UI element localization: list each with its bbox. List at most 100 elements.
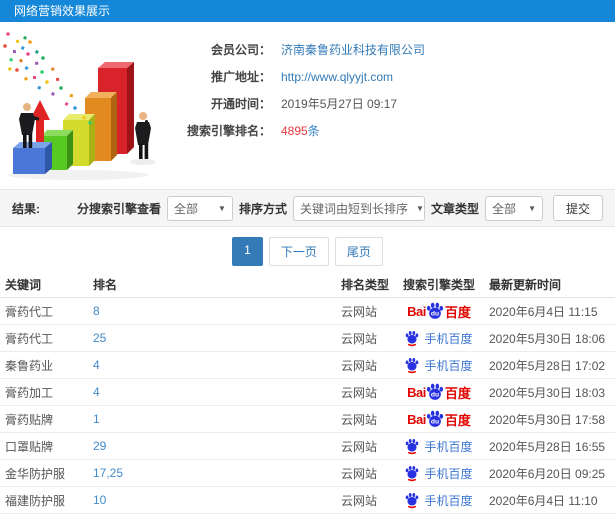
updated-cell: 2020年6月4日 11:10 xyxy=(489,493,598,508)
rank-type-cell: 云网站 xyxy=(341,304,378,319)
svg-text:du: du xyxy=(431,419,439,426)
baidu-logo-cn: 百度 xyxy=(444,385,471,401)
bar-chart-clipart xyxy=(0,28,175,183)
keyword-cell: 秦鲁药业 xyxy=(5,358,54,373)
table-header-row: 关键词 排名 排名类型 搜索引擎类型 最新更新时间 xyxy=(0,272,615,298)
baidu-mobile-logo[interactable]: 手机百度 xyxy=(405,357,473,374)
page-header: 网络营销效果展示 xyxy=(0,0,615,22)
rank-link[interactable]: 4 xyxy=(93,358,100,372)
info-field: 会员公司： 济南秦鲁药业科技有限公司 xyxy=(175,36,425,63)
rank-link[interactable]: 1 xyxy=(93,412,100,426)
keyword-cell: 膏药贴牌 xyxy=(5,412,54,427)
baidu-paw-icon: du xyxy=(426,410,443,427)
info-label: 推广地址： xyxy=(210,70,271,84)
info-field: 推广地址： http://www.qlyyjt.com xyxy=(175,63,425,90)
baidu-pc-logo[interactable]: Bai du 百度 xyxy=(407,302,471,321)
updated-cell: 2020年5月30日 17:58 xyxy=(489,412,606,427)
updated-cell: 2020年5月30日 18:03 xyxy=(489,385,606,400)
keyword-cell: 金华防护服 xyxy=(5,466,66,481)
engine-cell: Bai du 百度 xyxy=(394,383,484,402)
rank-cell: 4 xyxy=(88,385,336,399)
submit-button[interactable]: 提交 xyxy=(552,195,603,221)
rank-cell: 25 xyxy=(88,331,336,345)
rank-type-cell: 云网站 xyxy=(341,358,378,373)
column-header: 关键词 xyxy=(5,278,42,292)
engine-cell: Bai du 百度 xyxy=(394,410,484,429)
chevron-down-icon: ▼ xyxy=(415,203,424,213)
baidu-paw-icon xyxy=(406,330,419,346)
updated-cell: 2020年5月28日 17:02 xyxy=(489,358,606,373)
rank-cell: 17,25 xyxy=(88,466,336,480)
engine-cell: 手机百度 xyxy=(394,330,484,347)
info-value: 4895条 xyxy=(281,124,320,138)
chevron-down-icon: ▼ xyxy=(218,203,226,213)
info-field: 开通时间： 2019年5月27日 09:17 xyxy=(175,90,425,117)
rank-link[interactable]: 8 xyxy=(93,304,100,318)
info-value[interactable]: 济南秦鲁药业科技有限公司 xyxy=(281,41,425,58)
keyword-cell: 膏药代工 xyxy=(5,331,54,346)
column-header: 搜索引擎类型 xyxy=(402,278,475,292)
rank-type-cell: 云网站 xyxy=(341,466,378,481)
rank-type-cell: 云网站 xyxy=(341,385,378,400)
mobile-baidu-label: 手机百度 xyxy=(424,493,473,508)
mobile-baidu-label: 手机百度 xyxy=(424,466,473,481)
rank-link[interactable]: 29 xyxy=(93,439,106,453)
baidu-logo-text: Bai xyxy=(407,384,426,400)
baidu-pc-logo[interactable]: Bai du 百度 xyxy=(407,410,471,429)
column-header: 排名 xyxy=(93,278,118,292)
baidu-paw-icon xyxy=(406,492,419,508)
engine-filter-value: 全部 xyxy=(173,201,198,216)
baidu-logo-text: Bai xyxy=(407,411,426,427)
baidu-paw-icon xyxy=(406,438,419,454)
rank-link[interactable]: 10 xyxy=(93,493,106,507)
sort-select[interactable]: 关键词由短到长排序 ▼ xyxy=(292,195,425,221)
baidu-mobile-logo[interactable]: 手机百度 xyxy=(405,492,473,509)
baidu-logo-text: Bai xyxy=(407,303,426,319)
article-type-select[interactable]: 全部 ▼ xyxy=(484,195,543,221)
baidu-mobile-logo[interactable]: 手机百度 xyxy=(405,465,473,482)
pagination: 1 下一页 尾页 xyxy=(0,237,615,266)
page-title: 网络营销效果展示 xyxy=(14,4,111,18)
engine-filter-label: 分搜索引擎查看 xyxy=(76,201,161,216)
baidu-logo-cn: 百度 xyxy=(444,412,471,428)
rank-cell: 10 xyxy=(88,493,336,507)
rank-link[interactable]: 4 xyxy=(93,385,100,399)
baidu-paw-icon xyxy=(406,357,419,373)
updated-cell: 2020年6月20日 09:25 xyxy=(489,466,606,481)
rank-cell: 4 xyxy=(88,358,336,372)
engine-filter-select[interactable]: 全部 ▼ xyxy=(166,195,233,221)
engine-cell: 手机百度 xyxy=(394,492,484,509)
page-1-button[interactable]: 1 xyxy=(232,237,263,266)
info-value[interactable]: http://www.qlyyjt.com xyxy=(281,70,393,84)
baidu-pc-logo[interactable]: Bai du 百度 xyxy=(407,383,471,402)
rank-link[interactable]: 25 xyxy=(93,331,106,345)
baidu-paw-icon: du xyxy=(426,302,443,319)
table-row: 口罩贴牌 29 云网站 手机百度 2020年5月28日 16:55 xyxy=(0,433,615,460)
engine-cell: Bai du 百度 xyxy=(394,302,484,321)
last-page-button[interactable]: 尾页 xyxy=(334,237,383,266)
table-body: 膏药代工 8 云网站 Bai du 百度 2020年6月4日 11:15 膏药代工 25 云网站手… xyxy=(0,298,615,520)
keyword-cell: 膏药代工 xyxy=(5,304,54,319)
updated-cell: 2020年5月30日 18:06 xyxy=(489,331,606,346)
results-table: 关键词 排名 排名类型 搜索引擎类型 最新更新时间 膏药代工 8 云网站 Bai du 百度 202… xyxy=(0,272,615,520)
engine-cell: 手机百度 xyxy=(394,465,484,482)
next-page-button[interactable]: 下一页 xyxy=(268,237,329,266)
table-row: 膏药加工 4 云网站 Bai du 百度 2020年5月30日 18:03 xyxy=(0,379,615,406)
mobile-baidu-label: 手机百度 xyxy=(424,439,473,454)
filter-bar: 结果: 分搜索引擎查看 全部 ▼ 排序方式 关键词由短到长排序 ▼ 文章类型 全… xyxy=(0,189,615,227)
baidu-mobile-logo[interactable]: 手机百度 xyxy=(405,438,473,455)
sort-label: 排序方式 xyxy=(238,201,287,216)
column-header: 最新更新时间 xyxy=(489,278,562,292)
info-label: 搜索引擎排名： xyxy=(186,124,271,138)
baidu-mobile-logo[interactable]: 手机百度 xyxy=(405,330,473,347)
info-section: 会员公司： 济南秦鲁药业科技有限公司推广地址： http://www.qlyyjt.… xyxy=(0,22,615,183)
filter-controls: 分搜索引擎查看 全部 ▼ 排序方式 关键词由短到长排序 ▼ 文章类型 全部 ▼ … xyxy=(77,195,603,221)
table-row: 秦鲁药业 4 云网站 手机百度 2020年5月28日 17:02 xyxy=(0,352,615,379)
confetti-dots xyxy=(3,32,92,125)
rank-type-cell: 云网站 xyxy=(341,493,378,508)
rank-type-cell: 云网站 xyxy=(341,412,378,427)
baidu-paw-icon: du xyxy=(426,383,443,400)
table-row: 金华防护服 17,25 云网站 手机百度 2020年6月20日 09:25 xyxy=(0,460,615,487)
rank-link[interactable]: 17,25 xyxy=(93,466,123,480)
rank-cell: 8 xyxy=(88,304,336,318)
